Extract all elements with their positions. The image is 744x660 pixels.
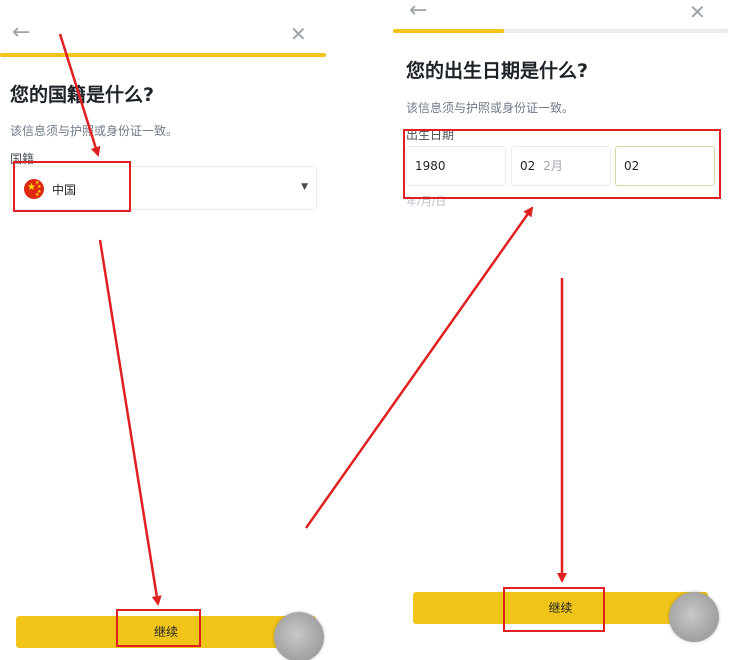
- close-icon[interactable]: ✕: [689, 2, 706, 22]
- back-arrow-icon[interactable]: ←: [409, 0, 427, 22]
- progress-fill: [0, 53, 326, 57]
- assistive-touch-button[interactable]: [669, 592, 719, 642]
- birthdate-screen: ← ✕ 您的出生日期是什么? 该信息须与护照或身份证一致。 出生日期 1980 …: [393, 0, 728, 660]
- close-icon[interactable]: ✕: [290, 24, 307, 44]
- assistive-touch-button[interactable]: [274, 612, 324, 660]
- progress-fill: [393, 29, 504, 33]
- annotation-box-nationality: [13, 161, 131, 212]
- page-title: 您的国籍是什么?: [10, 84, 155, 106]
- progress-bar: [0, 53, 326, 57]
- progress-bar: [393, 29, 728, 33]
- annotation-box-continue-left: [116, 609, 201, 647]
- annotation-box-continue-right: [503, 587, 605, 632]
- page-title: 您的出生日期是什么?: [406, 60, 589, 82]
- back-arrow-icon[interactable]: ←: [12, 22, 30, 44]
- nationality-screen: ← ✕ 您的国籍是什么? 该信息须与护照或身份证一致。 国籍 ★ ★ ★ ★ ★ 中国 …: [0, 0, 326, 660]
- annotation-box-birthdate: [403, 129, 721, 199]
- page-subtitle: 该信息须与护照或身份证一致。: [10, 124, 179, 138]
- page-subtitle: 该信息须与护照或身份证一致。: [406, 101, 575, 115]
- caret-down-icon: ▼: [301, 182, 308, 192]
